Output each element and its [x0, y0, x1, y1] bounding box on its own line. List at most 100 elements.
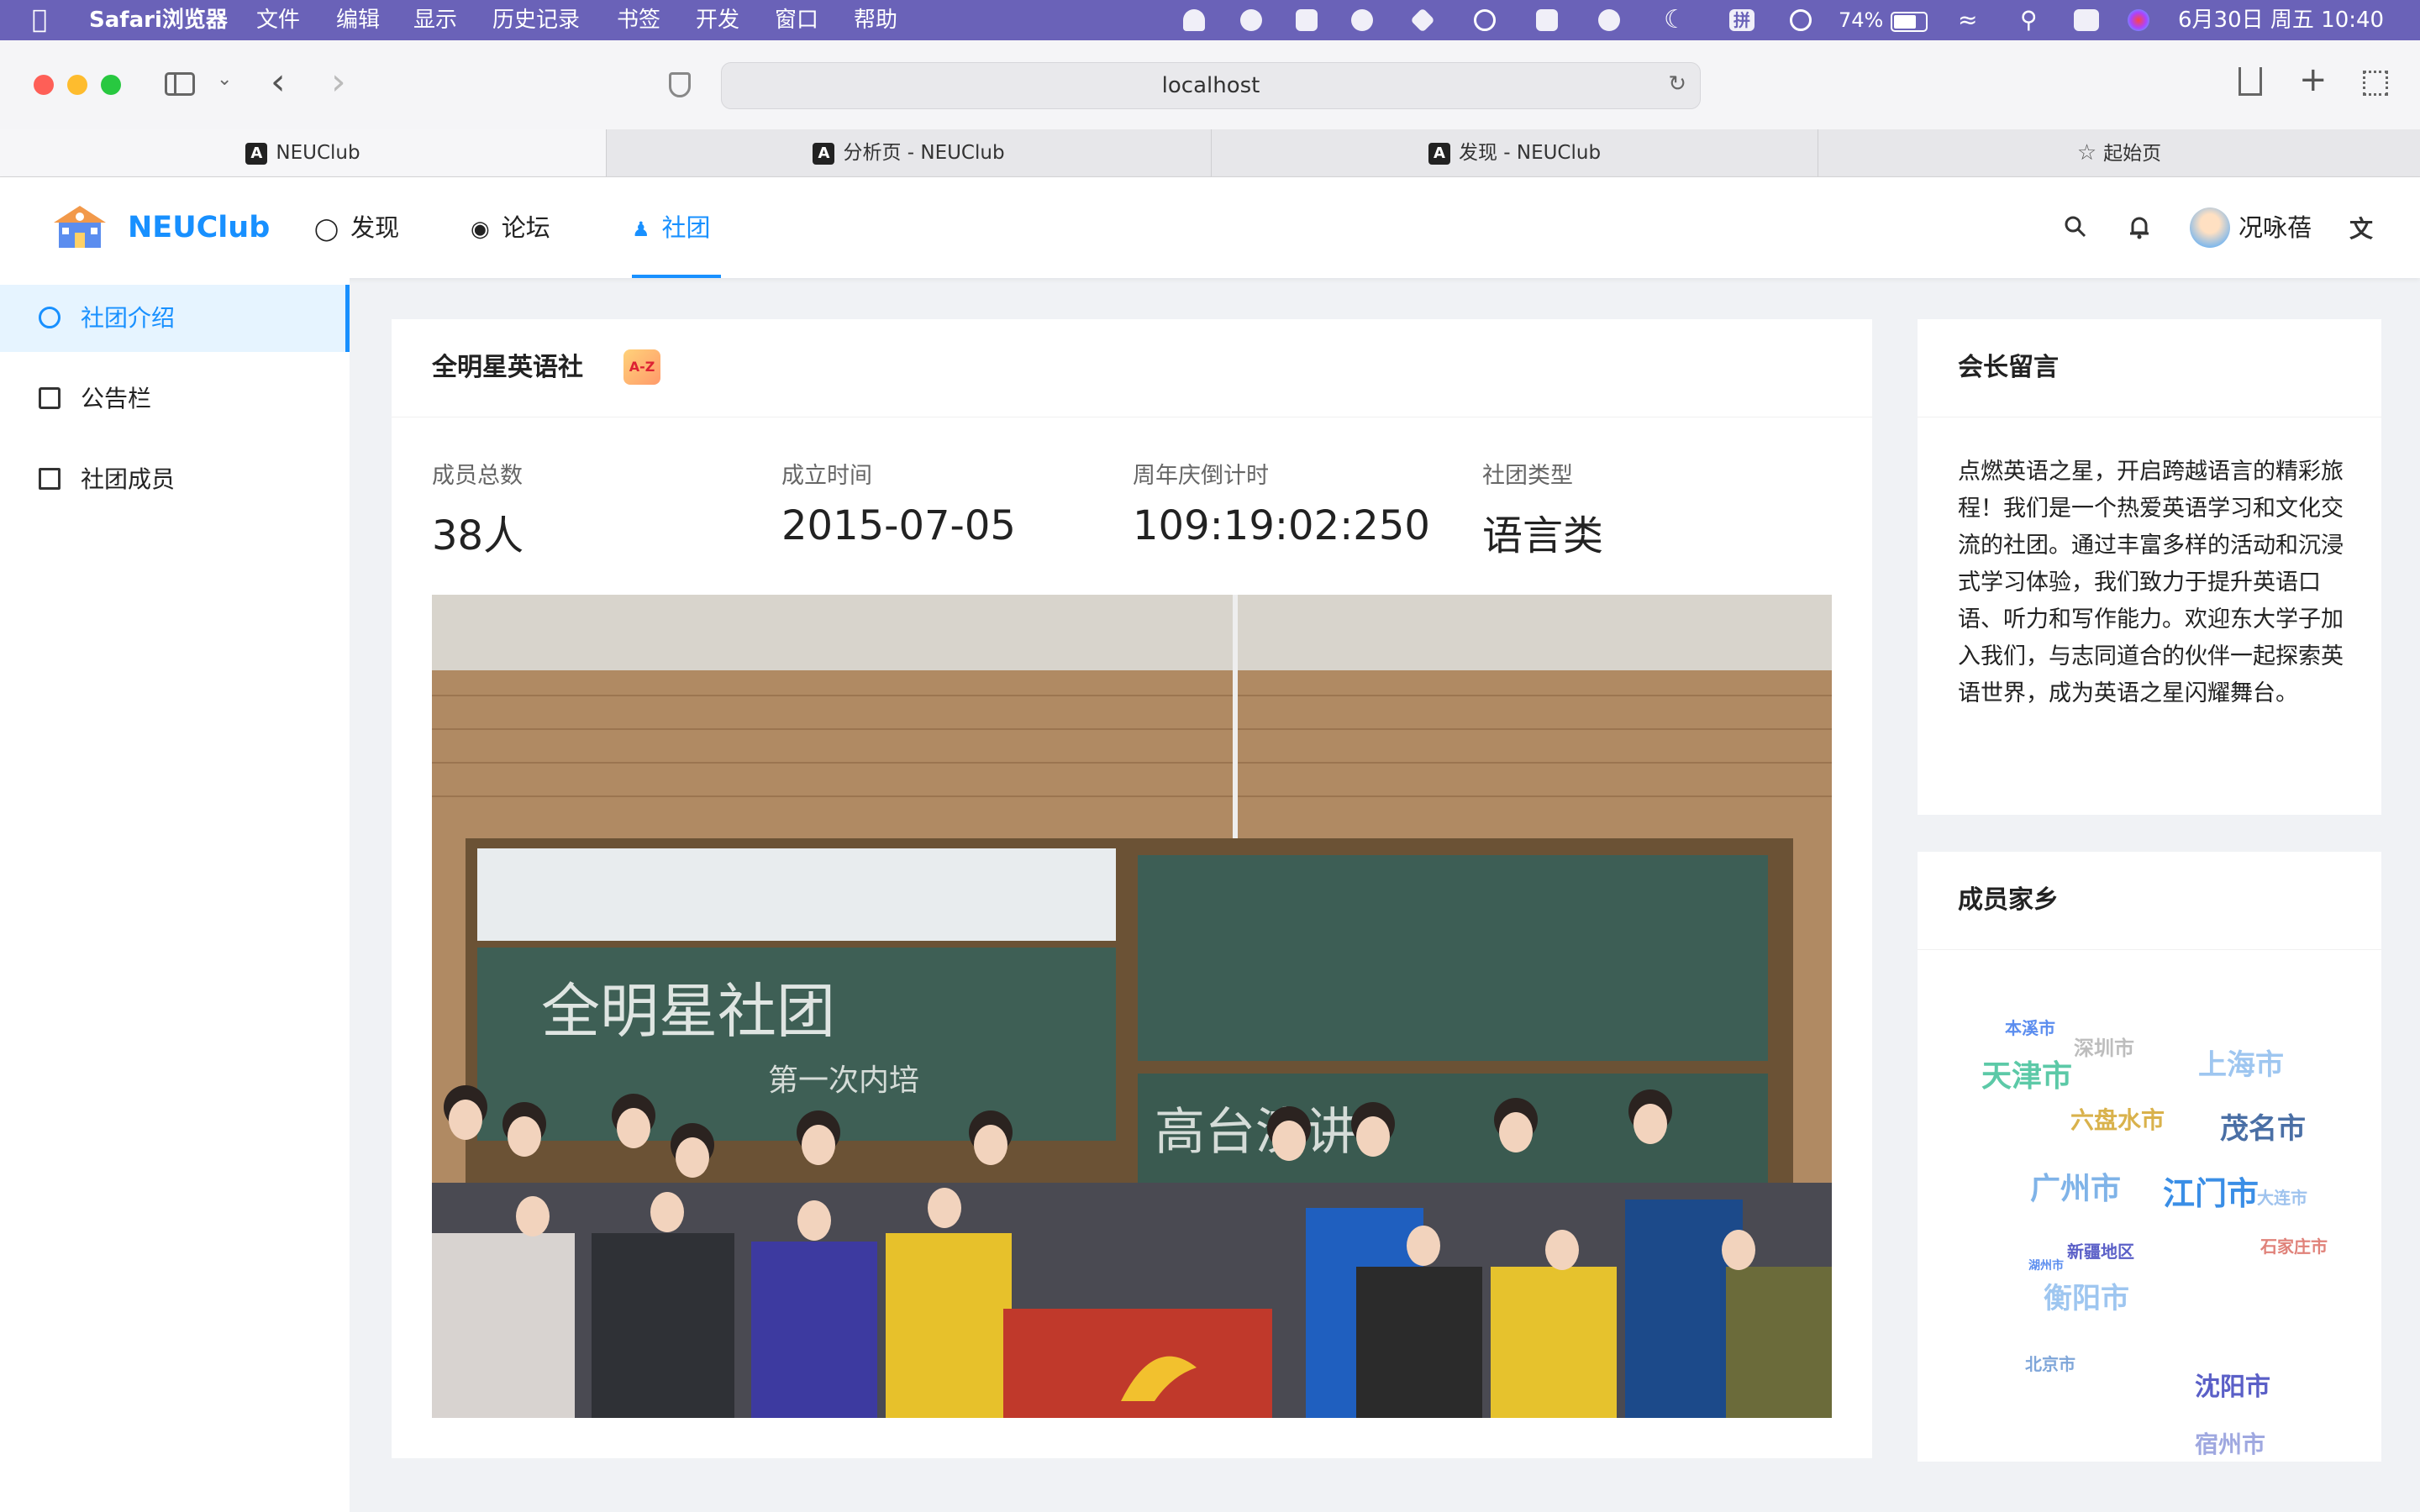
user-name[interactable]: 况咏蓓	[2238, 177, 2312, 278]
tab-discover[interactable]: A 发现 - NEUClub	[1212, 129, 1818, 176]
photo-chalk-right: 高台演讲	[1155, 1103, 1356, 1162]
photo-chalk-title: 全明星社团	[541, 977, 835, 1046]
leader-message-header: 会长留言	[1918, 319, 2381, 417]
nav-label: 发现	[350, 213, 400, 242]
cloud-word: 石家庄市	[2260, 1236, 2328, 1257]
club-group-photo: 全明星社团 第一次内培 高台演讲	[432, 595, 1832, 1418]
hometown-word-cloud: 本溪市 深圳市 天津市 上海市 六盘水市 茂名市 广州市 江门市 大连市 新疆地…	[1918, 949, 2381, 1462]
address-bar-url[interactable]: localhost	[722, 63, 1700, 108]
sidebar-item-club-intro[interactable]: 社团介绍	[0, 285, 350, 352]
new-tab-plus-icon[interactable]: +	[2299, 60, 2328, 99]
dashboard-icon	[39, 307, 60, 328]
sidebar-item-label: 公告栏	[81, 385, 152, 412]
wechat-icon[interactable]	[1598, 9, 1620, 31]
share-icon[interactable]	[2238, 67, 2262, 96]
reload-icon[interactable]: ↻	[1668, 71, 1686, 97]
profile-icon	[39, 468, 60, 490]
nav-label: 论坛	[501, 213, 550, 242]
cloud-word: 新疆地区	[2067, 1242, 2134, 1262]
leader-message-card: 会长留言 点燃英语之星，开启跨越语言的精彩旅程！我们是一个热爱英语学习和文化交流…	[1918, 319, 2381, 815]
address-bar[interactable]: localhost ↻	[721, 62, 1701, 109]
angular-logo-icon: A	[1428, 142, 1450, 165]
sidebar-toggle-icon[interactable]	[165, 72, 195, 96]
apple-icon[interactable]: 	[32, 0, 47, 40]
hometown-card: 成员家乡 本溪市 深圳市 天津市 上海市 六盘水市 茂名市 广州市 江门市 大连…	[1918, 852, 2381, 1462]
leader-message-title: 会长留言	[1958, 353, 2059, 382]
cloud-word: 大连市	[2257, 1188, 2307, 1208]
wifi-icon[interactable]: ≈	[1958, 0, 1977, 40]
menu-bookmarks[interactable]: 书签	[617, 0, 660, 40]
nav-forum[interactable]: ◉ 论坛	[471, 177, 568, 278]
cloud-word: 沈阳市	[2195, 1373, 2270, 1402]
tab-overview-icon[interactable]	[2363, 71, 2388, 96]
cube-app-icon[interactable]	[1410, 8, 1435, 33]
menu-help[interactable]: 帮助	[854, 0, 897, 40]
tab-label: 分析页 - NEUClub	[843, 142, 1005, 164]
forward-arrow-icon[interactable]: ›	[331, 60, 346, 103]
neuclub-logo-icon[interactable]	[50, 202, 109, 253]
browser-tab-bar: × ANEUClub A分析页 - NEUClub A发现 - NEUClub …	[0, 129, 2420, 177]
cloud-word: 深圳市	[2074, 1037, 2134, 1060]
ime-pinyin-icon[interactable]: 拼	[1729, 9, 1754, 31]
menu-view[interactable]: 显示	[413, 0, 457, 40]
cloud-word: 湖州市	[2028, 1259, 2064, 1273]
image-capture-icon[interactable]	[1296, 9, 1318, 31]
stat-label-founded: 成立时间	[781, 463, 872, 489]
cloud-word: 上海市	[2198, 1048, 2284, 1082]
close-window-button[interactable]	[34, 75, 54, 95]
battery-percent: 74%	[1839, 8, 1884, 32]
nav-club[interactable]: ♟ 社团	[632, 177, 721, 278]
app-header: NEUClub ◯ 发现 ◉ 论坛 ♟ 社团 况咏蓓 文	[0, 177, 2420, 278]
cloud-word: 广州市	[2030, 1172, 2122, 1206]
control-center-icon[interactable]	[2074, 9, 2099, 31]
message-status-icon[interactable]	[1536, 9, 1558, 31]
chevron-down-icon[interactable]: ⌄	[217, 69, 232, 90]
menu-file[interactable]: 文件	[256, 0, 300, 40]
nav-discover[interactable]: ◯ 发现	[314, 177, 412, 278]
minimize-window-button[interactable]	[67, 75, 87, 95]
sidebar: 社团介绍 公告栏 社团成员	[0, 278, 350, 1512]
vpn-icon[interactable]	[1351, 9, 1373, 31]
menu-window[interactable]: 窗口	[775, 0, 818, 40]
angular-logo-icon: A	[813, 142, 835, 165]
sidebar-item-label: 社团介绍	[81, 304, 176, 332]
tab-start-page[interactable]: ☆ 起始页	[1818, 129, 2420, 176]
zoom-window-button[interactable]	[101, 75, 121, 95]
club-name: 全明星英语社	[432, 353, 583, 382]
bell-icon[interactable]	[2128, 214, 2151, 239]
club-info-card: 全明星英语社 A-Z 成员总数 38人 成立时间 2015-07-05 周年庆倒…	[392, 319, 1872, 1458]
stat-label-type: 社团类型	[1482, 463, 1573, 489]
menubar-clock[interactable]: 6月30日 周五 10:40	[2178, 0, 2384, 40]
app-logo-text[interactable]: NEUClub	[128, 177, 270, 278]
cloud-word: 六盘水市	[2070, 1106, 2165, 1134]
menu-edit[interactable]: 编辑	[336, 0, 380, 40]
sidebar-item-bulletin[interactable]: 公告栏	[0, 365, 350, 433]
battery-icon[interactable]	[1891, 12, 1928, 32]
tab-analysis[interactable]: A 分析页 - NEUClub	[607, 129, 1212, 176]
cloud-word: 北京市	[2025, 1354, 2075, 1374]
sidebar-item-label: 社团成员	[81, 465, 176, 493]
translate-icon[interactable]: 文	[2349, 211, 2373, 244]
back-arrow-icon[interactable]: ‹	[271, 60, 286, 103]
menu-app-name[interactable]: Safari浏览器	[89, 0, 228, 40]
nav-label: 社团	[661, 213, 711, 242]
menu-history[interactable]: 历史记录	[492, 0, 580, 40]
tab-label: 发现 - NEUClub	[1458, 142, 1602, 164]
sync-icon[interactable]	[1474, 9, 1496, 31]
cloud-word: 天津市	[1981, 1059, 2073, 1094]
tab-neuclub[interactable]: A NEUClub	[0, 129, 607, 176]
spotlight-search-icon[interactable]: ⚲	[2020, 0, 2038, 40]
bulb-icon: ◯	[314, 217, 339, 242]
avatar[interactable]	[2190, 207, 2230, 248]
status-app-icon[interactable]	[1240, 9, 1262, 31]
user-account-icon[interactable]	[1790, 9, 1812, 31]
club-logo-icon: A-Z	[623, 349, 660, 385]
menu-develop[interactable]: 开发	[696, 0, 739, 40]
sidebar-item-members[interactable]: 社团成员	[0, 446, 350, 513]
siri-icon[interactable]	[2128, 9, 2149, 31]
search-icon[interactable]	[2064, 215, 2087, 239]
notification-bell-icon[interactable]	[1183, 9, 1205, 31]
moon-icon[interactable]: ☾	[1664, 0, 1686, 40]
privacy-shield-icon[interactable]	[669, 72, 691, 97]
tab-label: NEUClub	[276, 142, 360, 164]
